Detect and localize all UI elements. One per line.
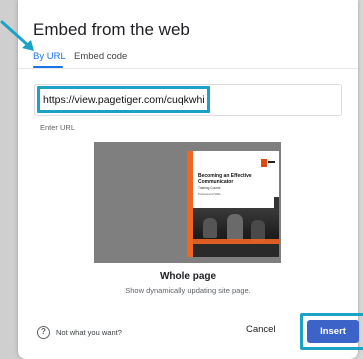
- tab-embed-code[interactable]: Embed code: [74, 51, 127, 62]
- cancel-button[interactable]: Cancel: [246, 324, 276, 335]
- insert-button[interactable]: Insert: [307, 320, 359, 343]
- preview-orange-bar: [193, 239, 279, 244]
- url-field-label: Enter URL: [40, 123, 76, 132]
- preview-next-arrow: [274, 197, 279, 209]
- preview-title: Whole page: [159, 271, 217, 282]
- preview-doc-heading: Becoming an Effective Communicator: [198, 173, 252, 185]
- preview-logo: [261, 159, 275, 167]
- preview-doc-subtitle: Training Course: [198, 186, 221, 190]
- url-input[interactable]: [43, 92, 208, 108]
- help-text: Not what you want?: [56, 327, 122, 337]
- pointer-arrow-icon: [0, 20, 34, 51]
- preview-document: Becoming an Effective Communicator Train…: [187, 151, 279, 257]
- tabs-divider: [18, 68, 358, 69]
- dialog-title: Embed from the web: [33, 20, 190, 39]
- preview-description: Show dynamically updating site page.: [125, 286, 251, 295]
- page-preview: Becoming an Effective Communicator Train…: [94, 142, 281, 263]
- preview-photo: [193, 208, 279, 257]
- question-circle-icon: ?: [37, 325, 50, 339]
- help-link[interactable]: ? Not what you want?: [37, 325, 122, 339]
- preview-doc-meta: Professional Skills: [198, 192, 221, 196]
- embed-dialog: Embed from the web By URL Embed code Ent…: [18, 0, 363, 359]
